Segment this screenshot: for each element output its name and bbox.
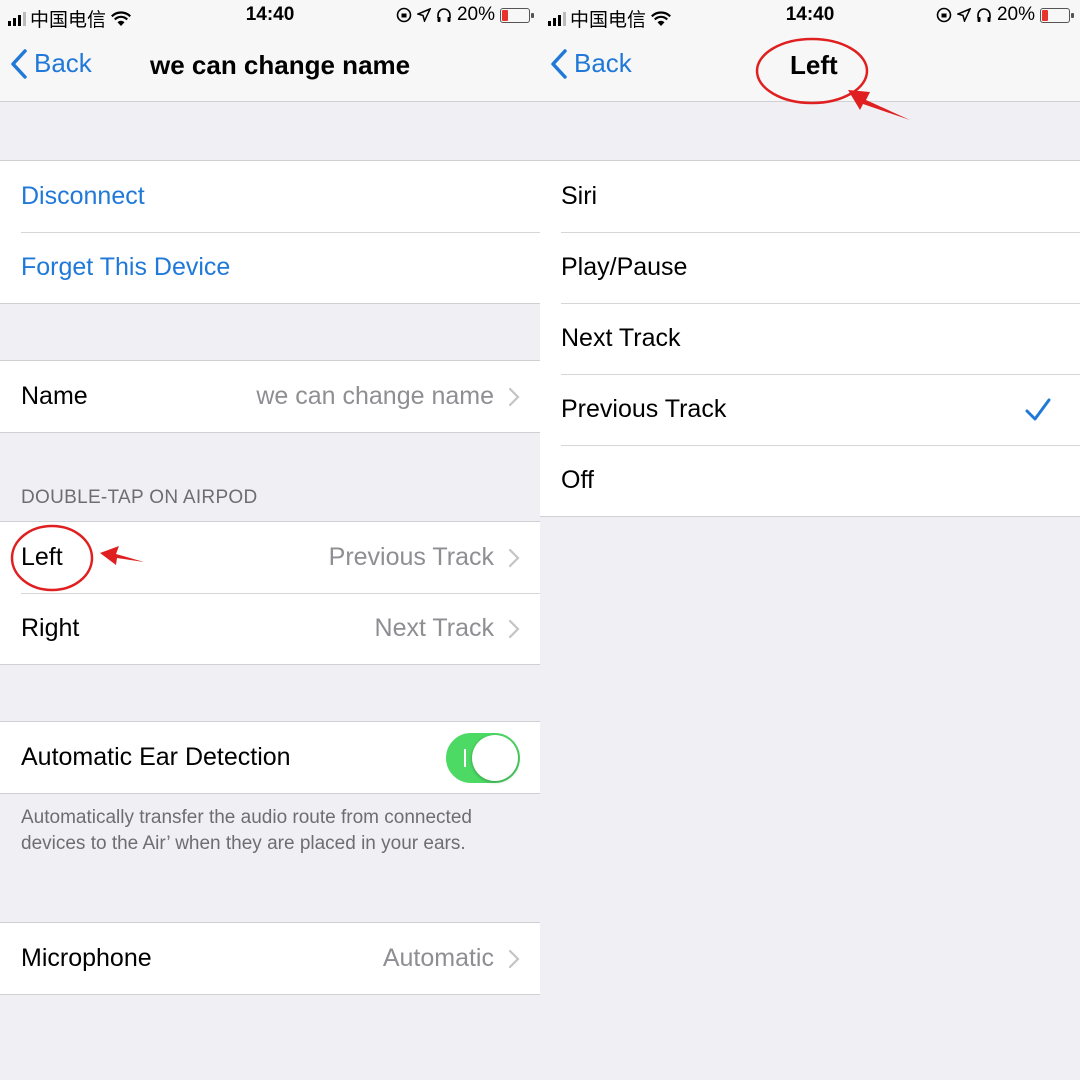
forget-device-button[interactable]: Forget This Device bbox=[0, 232, 540, 303]
name-label: Name bbox=[21, 382, 88, 410]
status-bar: 中国电信 14:40 20% bbox=[0, 0, 540, 32]
microphone-row[interactable]: Microphone Automatic bbox=[0, 923, 540, 994]
battery-icon bbox=[500, 7, 534, 23]
page-title: Left bbox=[790, 50, 838, 80]
checkmark-icon bbox=[1025, 398, 1051, 420]
double-tap-options-screen: 中国电信 14:40 20% Back Left Siri Play/Pause N… bbox=[540, 0, 1080, 1080]
right-airpod-value: Next Track bbox=[374, 614, 494, 642]
back-label: Back bbox=[574, 48, 632, 78]
left-airpod-value: Previous Track bbox=[328, 543, 494, 571]
ear-detection-toggle[interactable] bbox=[446, 732, 520, 783]
headphones-icon bbox=[437, 8, 451, 22]
microphone-group: Microphone Automatic bbox=[0, 922, 540, 995]
ear-detection-group: Automatic Ear Detection bbox=[0, 721, 540, 794]
double-tap-options-list: Siri Play/Pause Next Track Previous Track Of… bbox=[540, 160, 1080, 517]
location-icon bbox=[416, 8, 431, 22]
forget-device-label: Forget This Device bbox=[21, 253, 231, 281]
back-button[interactable]: Back bbox=[10, 48, 92, 79]
battery-percent: 20% bbox=[456, 4, 495, 25]
left-airpod-label: Left bbox=[21, 543, 63, 571]
chevron-right-icon bbox=[508, 387, 520, 406]
option-label: Off bbox=[561, 466, 594, 494]
back-button[interactable]: Back bbox=[550, 48, 632, 79]
battery-percent: 20% bbox=[996, 4, 1035, 25]
chevron-right-icon bbox=[508, 619, 520, 638]
double-tap-group: Left Previous Track Right Next Track bbox=[0, 521, 540, 665]
disconnect-label: Disconnect bbox=[21, 182, 145, 210]
left-airpod-row[interactable]: Left Previous Track bbox=[0, 522, 540, 593]
chevron-right-icon bbox=[508, 949, 520, 968]
rotation-lock-icon bbox=[936, 7, 952, 23]
bluetooth-device-settings-screen: 中国电信 14:40 20% Back we can change name D… bbox=[0, 0, 540, 1080]
option-label: Previous Track bbox=[561, 395, 727, 423]
chevron-left-icon bbox=[551, 48, 567, 79]
option-label: Next Track bbox=[561, 324, 681, 352]
option-row[interactable]: Off bbox=[540, 445, 1080, 516]
option-row[interactable]: Next Track bbox=[540, 303, 1080, 374]
battery-icon bbox=[1040, 7, 1074, 23]
name-row[interactable]: Name we can change name bbox=[0, 361, 540, 432]
double-tap-section-header: DOUBLE-TAP ON AIRPOD bbox=[21, 487, 258, 508]
headphones-icon bbox=[977, 8, 991, 22]
navigation-bar: Back we can change name bbox=[0, 32, 540, 102]
page-title: we can change name bbox=[150, 50, 411, 80]
ear-detection-footer: Automatically transfer the audio route f… bbox=[21, 807, 472, 854]
right-airpod-row[interactable]: Right Next Track bbox=[0, 593, 540, 664]
name-group: Name we can change name bbox=[0, 360, 540, 433]
microphone-label: Microphone bbox=[21, 944, 152, 972]
back-label: Back bbox=[34, 48, 92, 78]
location-icon bbox=[956, 8, 971, 22]
name-value: we can change name bbox=[256, 382, 494, 410]
device-actions-group: Disconnect Forget This Device bbox=[0, 160, 540, 304]
option-label: Play/Pause bbox=[561, 253, 688, 281]
status-bar: 中国电信 14:40 20% bbox=[540, 0, 1080, 32]
ear-detection-label: Automatic Ear Detection bbox=[21, 743, 291, 771]
disconnect-button[interactable]: Disconnect bbox=[0, 161, 540, 232]
ear-detection-row: Automatic Ear Detection bbox=[0, 722, 540, 793]
right-airpod-label: Right bbox=[21, 614, 80, 642]
chevron-left-icon bbox=[11, 48, 27, 79]
option-row[interactable]: Play/Pause bbox=[540, 232, 1080, 303]
option-row[interactable]: Siri bbox=[540, 161, 1080, 232]
chevron-right-icon bbox=[508, 548, 520, 567]
rotation-lock-icon bbox=[396, 7, 412, 23]
option-row[interactable]: Previous Track bbox=[540, 374, 1080, 445]
navigation-bar: Back Left bbox=[540, 32, 1080, 102]
microphone-value: Automatic bbox=[382, 944, 494, 972]
option-label: Siri bbox=[561, 182, 598, 210]
